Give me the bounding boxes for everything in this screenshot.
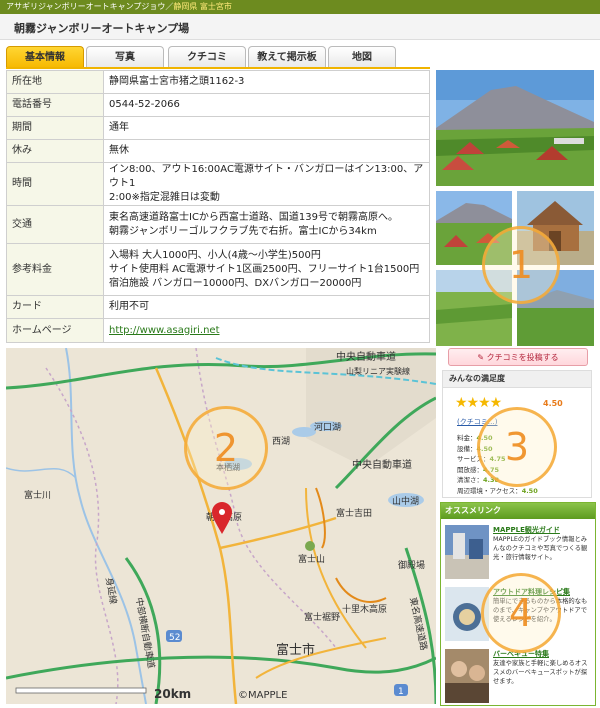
map-label-fujisan: 富士山 — [298, 553, 325, 565]
breadcrumb-site: アサギリジャンボリーオートキャンプジョウ — [6, 2, 166, 11]
info-table: 所在地 静岡県富士宮市猪之頭1162-3 電話番号 0544-52-2066 期… — [6, 70, 430, 343]
satisfaction-panel: みんなの満足度 ★★★★ 4.50 (クチコミ…) 料金：4.50 設備：4.5… — [442, 370, 592, 498]
address-value: 静岡県富士宮市猪之頭1162-3 — [103, 70, 430, 94]
main-photo-image — [436, 70, 594, 186]
annotation-badge-4: 4 — [481, 573, 561, 653]
table-row: 電話番号 0544-52-2066 — [6, 93, 430, 117]
annotation-badge-2: 2 — [184, 406, 268, 490]
annotation-badge-1: 1 — [482, 226, 560, 304]
homepage-link[interactable]: http://www.asagiri.net — [109, 325, 220, 336]
map-label-yamanakako: 山中湖 — [392, 495, 419, 507]
fee-label: 参考料金 — [6, 243, 104, 296]
tab-photos[interactable]: 写真 — [86, 46, 164, 68]
tab-board[interactable]: 教えて掲示板 — [248, 46, 326, 68]
rating-row-label: 開放感： — [457, 465, 483, 474]
recommend-item-title[interactable]: MAPPLE観光ガイド — [493, 525, 560, 535]
closed-value: 無休 — [103, 139, 430, 163]
table-row: 交通 東名高速道路富士ICから西富士道路、国道139号で朝霧高原へ。 朝霧ジャンボ… — [6, 205, 430, 244]
map-label-kawaguchiko: 河口湖 — [314, 421, 341, 433]
rating-stars-icon: ★★★★ — [455, 395, 502, 411]
map-label-fujisusono: 富士裾野 — [304, 611, 340, 623]
table-row: ホームページ http://www.asagiri.net — [6, 318, 430, 343]
map-label-route-1: 1 — [398, 687, 404, 697]
tab-map[interactable]: 地図 — [328, 46, 396, 68]
map-label-maglev: 山梨リニア実験線 — [346, 366, 410, 376]
period-label: 期間 — [6, 116, 104, 140]
post-review-button[interactable]: ✎ クチコミを投稿する — [448, 348, 588, 366]
table-row: 時間 イン8:00、アウト16:00AC電源サイト・バンガローはイン13:00、… — [6, 162, 430, 206]
card-label: カード — [6, 295, 104, 319]
rating-row-label: 料金： — [457, 434, 477, 442]
map-label-jukkoku: 十里木高原 — [342, 603, 387, 615]
map-label-gotemba: 御殿場 — [398, 559, 425, 571]
page-title: 朝霧ジャンボリーオートキャンプ場 — [14, 22, 190, 35]
recommend-panel: オススメリンク MAPPLE観光ガイド MAPPLEのガイドブック情報とみんなの… — [440, 502, 596, 706]
map-canvas: 中央自動車道 山梨リニア実験線 富士川 本栖湖 西湖 河口湖 中央自動車道 山中… — [6, 348, 436, 704]
recommend-title: オススメリンク — [441, 503, 595, 519]
map-label-fujiyoshida: 富士吉田 — [336, 507, 372, 519]
rating-row-label: 清潔さ： — [457, 476, 483, 484]
fee-line-1: 入場料 大人1000円、小人(4歳～小学生)500円 — [109, 249, 321, 261]
title-bar: 朝霧ジャンボリーオートキャンプ場 — [0, 14, 600, 40]
time-label: 時間 — [6, 162, 104, 206]
time-line-1: イン8:00、アウト16:00AC電源サイト・バンガローはイン13:00、アウト… — [109, 164, 424, 189]
homepage-label: ホームページ — [6, 318, 104, 343]
rating-row-label: 設備： — [457, 444, 477, 453]
access-label: 交通 — [6, 205, 104, 244]
phone-label: 電話番号 — [6, 93, 104, 117]
table-row: カード 利用不可 — [6, 295, 430, 319]
area-map[interactable]: 中央自動車道 山梨リニア実験線 富士川 本栖湖 西湖 河口湖 中央自動車道 山中… — [6, 348, 436, 704]
annotation-badge-3: 3 — [477, 407, 557, 487]
table-row: 休み 無休 — [6, 139, 430, 163]
map-label-saiko: 西湖 — [272, 436, 290, 447]
recommend-thumb-1 — [445, 525, 489, 579]
map-scale-label: 20km — [154, 687, 191, 701]
period-value: 通年 — [103, 116, 430, 140]
breadcrumb: アサギリジャンボリーオートキャンプジョウ／静岡県 富士宮市 — [0, 0, 600, 14]
phone-value: 0544-52-2066 — [103, 93, 430, 117]
mount-fuji-marker — [305, 541, 315, 551]
homepage-cell: http://www.asagiri.net — [103, 318, 430, 343]
address-label: 所在地 — [6, 70, 104, 94]
map-label-route-52: 52 — [169, 633, 180, 643]
closed-label: 休み — [6, 139, 104, 163]
recommend-thumb-3 — [445, 649, 489, 703]
recommend-item-desc: 友達や家族と手軽に楽しめるオススメのバーベキュースポットが探せます。 — [493, 660, 588, 685]
time-value: イン8:00、アウト16:00AC電源サイト・バンガローはイン13:00、アウト… — [103, 162, 430, 206]
time-line-2: 2:00※指定混雑日は変動 — [109, 192, 220, 203]
rating-row-label: 周辺環境・アクセス： — [457, 486, 522, 495]
table-row: 所在地 静岡県富士宮市猪之頭1162-3 — [6, 70, 430, 94]
table-row: 参考料金 入場料 大人1000円、小人(4歳～小学生)500円サイト使用料 AC… — [6, 243, 430, 296]
scale-bar — [15, 687, 147, 694]
tab-underline — [6, 67, 430, 69]
pencil-icon: ✎ — [477, 353, 485, 362]
main-photo[interactable] — [436, 70, 594, 186]
map-label-fujikawa: 富士川 — [24, 489, 51, 501]
map-label-fuji-city: 富士市 — [276, 642, 315, 658]
access-value: 東名高速道路富士ICから西富士道路、国道139号で朝霧高原へ。 朝霧ジャンボリーゴ… — [103, 205, 430, 244]
tab-reviews[interactable]: クチコミ — [168, 46, 246, 68]
post-review-label: クチコミを投稿する — [486, 353, 559, 362]
recommend-item[interactable]: バーベキュー特集 友達や家族と手軽に楽しめるオススメのバーベキュースポットが探せ… — [445, 649, 593, 707]
recommend-item-desc: MAPPLEのガイドブック情報とみんなのクチコミや写真でつくる観光・旅行情報サイ… — [493, 536, 588, 561]
map-label-chuo-top: 中央自動車道 — [336, 350, 396, 363]
tab-bar: 基本情報 写真 クチコミ 教えて掲示板 地図 — [6, 46, 436, 68]
satisfaction-title: みんなの満足度 — [443, 371, 591, 388]
tab-basic-info[interactable]: 基本情報 — [6, 46, 84, 68]
breadcrumb-link-area[interactable]: 静岡県 富士宮市 — [173, 2, 232, 11]
fee-value: 入場料 大人1000円、小人(4歳～小学生)500円サイト使用料 AC電源サイト… — [103, 243, 430, 296]
access-line-2: 朝霧ジャンボリーゴルフクラブ先で右折。富士ICから34km — [109, 225, 377, 237]
rating-row-value: 4.50 — [521, 486, 538, 495]
map-copyright: ©MAPPLE — [238, 690, 287, 701]
map-label-chuo: 中央自動車道 — [352, 458, 412, 471]
fee-line-2: サイト使用料 AC電源サイト1区画2500円、フリーサイト1台1500円 — [109, 263, 420, 275]
table-row: 期間 通年 — [6, 116, 430, 140]
card-value: 利用不可 — [103, 295, 430, 319]
rating-row: 周辺環境・アクセス：4.50 — [457, 486, 538, 497]
access-line-1: 東名高速道路富士ICから西富士道路、国道139号で朝霧高原へ。 — [109, 211, 399, 223]
fee-line-3: 宿泊施設 バンガロー10000円、DXバンガロー20000円 — [109, 277, 362, 289]
rating-score: 4.50 — [543, 399, 563, 408]
